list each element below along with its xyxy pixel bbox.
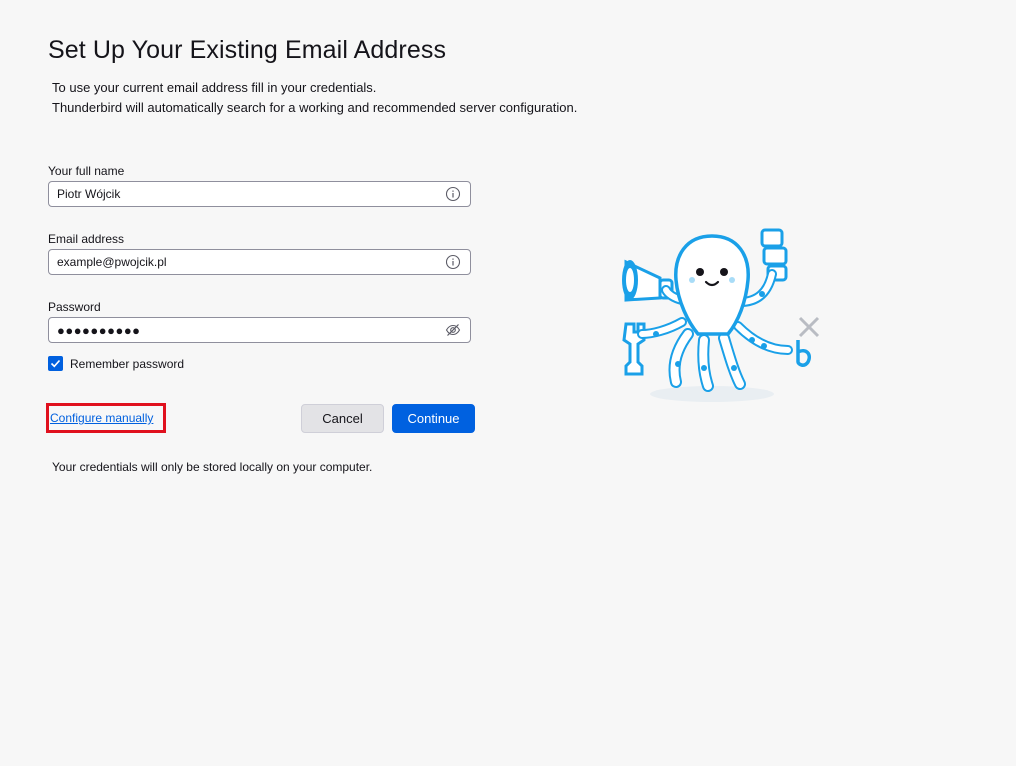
info-icon[interactable] — [445, 186, 461, 202]
email-label: Email address — [48, 232, 125, 246]
page-subtitle: To use your current email address fill i… — [52, 78, 577, 118]
email-field[interactable] — [48, 249, 471, 275]
full-name-label: Your full name — [48, 164, 125, 178]
subtitle-line-2: Thunderbird will automatically search fo… — [52, 100, 578, 115]
password-input[interactable]: ●●●●●●●●●● — [57, 323, 141, 338]
scissors-icon — [796, 316, 820, 367]
subtitle-line-1: To use your current email address fill i… — [52, 80, 377, 95]
full-name-field[interactable] — [48, 181, 471, 207]
remember-password-checkbox[interactable] — [48, 356, 63, 371]
cancel-button[interactable]: Cancel — [301, 404, 384, 433]
full-name-input[interactable] — [57, 186, 427, 202]
continue-button[interactable]: Continue — [392, 404, 475, 433]
password-field[interactable]: ●●●●●●●●●● — [48, 317, 471, 343]
configure-manually-link[interactable]: Configure manually — [50, 411, 153, 425]
password-label: Password — [48, 300, 101, 314]
eye-slash-icon[interactable] — [445, 322, 461, 338]
remember-password-label: Remember password — [70, 356, 185, 371]
page-title: Set Up Your Existing Email Address — [48, 36, 447, 64]
email-input[interactable] — [57, 254, 427, 270]
credentials-note: Your credentials will only be stored loc… — [52, 460, 373, 474]
octopus-mascot-illustration — [622, 228, 820, 402]
info-icon[interactable] — [445, 254, 461, 270]
remember-password[interactable]: Remember password — [48, 356, 184, 371]
configure-manually-highlight: Configure manually — [46, 403, 166, 433]
